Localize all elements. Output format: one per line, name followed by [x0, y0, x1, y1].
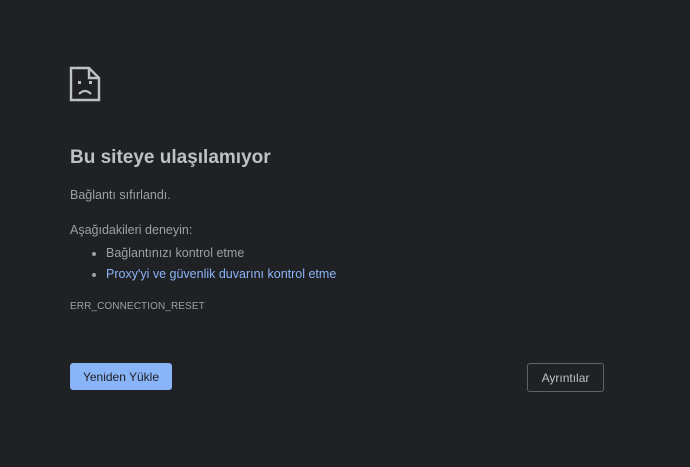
suggestions-heading: Aşağıdakileri deneyin: — [70, 223, 193, 237]
suggestion-label: Bağlantınızı kontrol etme — [106, 246, 245, 260]
sad-page-icon — [69, 66, 101, 102]
error-reason: Bağlantı sıfırlandı. — [70, 188, 171, 202]
error-page: Bu siteye ulaşılamıyor Bağlantı sıfırlan… — [0, 0, 690, 467]
suggestion-check-proxy: Proxy'yi ve güvenlik duvarını kontrol et… — [106, 264, 336, 285]
page-title: Bu siteye ulaşılamıyor — [70, 147, 271, 168]
suggestion-check-connection: Bağlantınızı kontrol etme — [106, 243, 336, 264]
error-code: ERR_CONNECTION_RESET — [70, 301, 205, 312]
reload-button[interactable]: Yeniden Yükle — [70, 363, 172, 390]
details-button[interactable]: Ayrıntılar — [527, 363, 604, 392]
check-proxy-firewall-link[interactable]: Proxy'yi ve güvenlik duvarını kontrol et… — [106, 267, 336, 281]
suggestions-list: Bağlantınızı kontrol etme Proxy'yi ve gü… — [90, 243, 336, 285]
